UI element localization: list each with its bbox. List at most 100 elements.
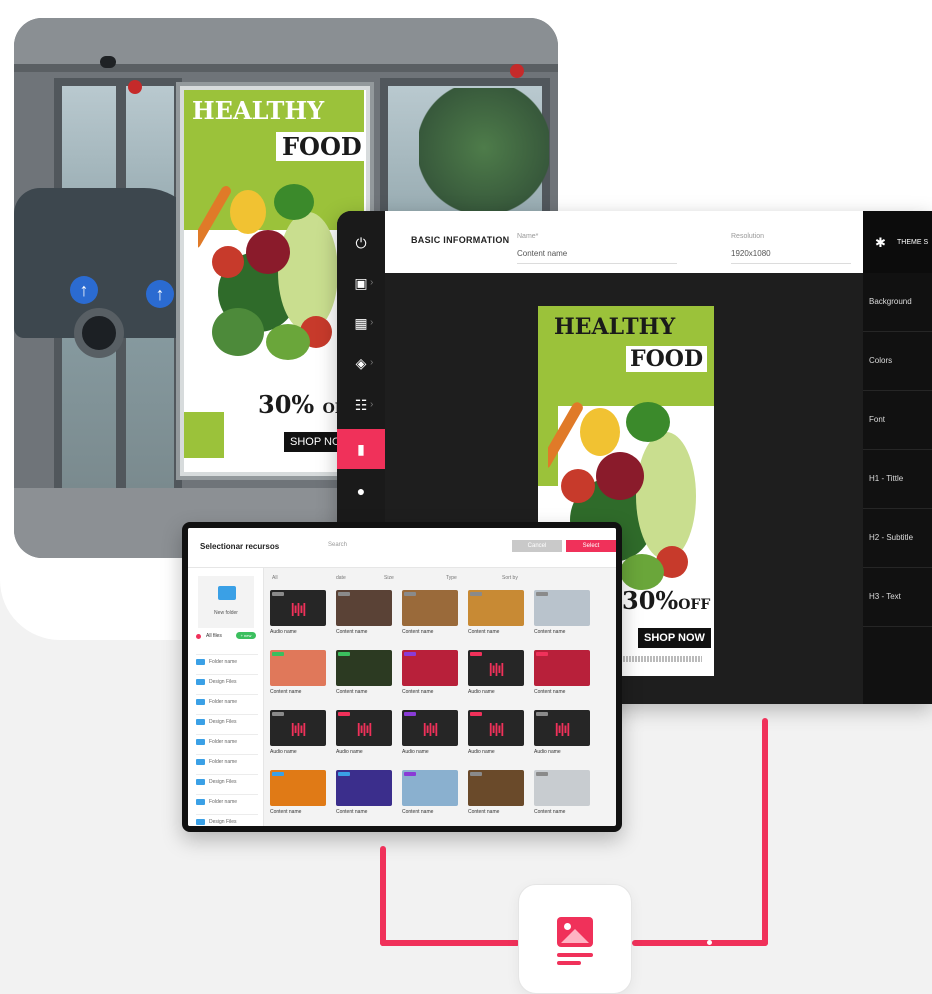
audio-thumbnail[interactable]: |ı|ı| bbox=[534, 710, 590, 746]
thumbnail-name: Content name bbox=[534, 689, 566, 695]
thumbnail-name: Content name bbox=[402, 809, 434, 815]
folder-icon bbox=[196, 719, 205, 725]
audio-thumbnail[interactable]: |ı|ı| bbox=[468, 650, 524, 686]
document-icon[interactable]: ▮ bbox=[337, 429, 385, 469]
image-thumbnail[interactable] bbox=[336, 770, 392, 806]
filter-type[interactable]: Type bbox=[446, 575, 457, 581]
arrow-up-icon: ↑ bbox=[146, 280, 174, 308]
type-tag bbox=[404, 592, 416, 596]
folder-item[interactable]: Design Files bbox=[196, 714, 258, 726]
cancel-button[interactable]: Cancel bbox=[512, 540, 562, 552]
theme-item-h1[interactable]: H1 - Tittle bbox=[863, 450, 932, 509]
new-folder-button[interactable]: New folder bbox=[198, 576, 254, 628]
image-icon bbox=[557, 917, 593, 947]
all-files-item[interactable]: All files + new bbox=[196, 630, 258, 642]
folder-icon bbox=[218, 586, 236, 600]
screen-icon[interactable]: ▣ › bbox=[337, 263, 385, 303]
folder-item[interactable]: Design Files bbox=[196, 814, 258, 826]
image-thumbnail[interactable] bbox=[468, 590, 524, 626]
folder-icon bbox=[196, 819, 205, 825]
canvas-shop-now: SHOP NOW bbox=[638, 628, 711, 648]
thumbnail-name: Content name bbox=[534, 629, 566, 635]
theme-item-font[interactable]: Font bbox=[863, 391, 932, 450]
thumbnail-name: Content name bbox=[534, 809, 566, 815]
audio-wave-icon: |ı|ı| bbox=[488, 660, 505, 676]
connector-line bbox=[380, 940, 520, 946]
folder-item[interactable]: Folder name bbox=[196, 794, 258, 806]
filter-bar: All date Size Type Sort by bbox=[264, 568, 616, 590]
audio-thumbnail[interactable]: |ı|ı| bbox=[336, 710, 392, 746]
theme-settings-title: THEME S bbox=[897, 239, 929, 246]
type-tag bbox=[470, 772, 482, 776]
thumbnail-name: Audio name bbox=[534, 749, 561, 755]
folder-item[interactable]: Design Files bbox=[196, 774, 258, 786]
resolution-field[interactable]: 1920x1080 bbox=[731, 249, 771, 258]
audio-wave-icon: |ı|ı| bbox=[422, 720, 439, 736]
thumbnail-name: Content name bbox=[336, 629, 368, 635]
type-tag bbox=[272, 772, 284, 776]
marketing-illustration: ↑ ↑ HEALTHY FOOD 30% OFF SHO bbox=[0, 0, 932, 994]
image-thumbnail[interactable] bbox=[402, 770, 458, 806]
power-icon[interactable]: ⏻ bbox=[337, 223, 385, 263]
folder-item[interactable]: Design Files bbox=[196, 674, 258, 686]
audio-wave-icon: |ı|ı| bbox=[488, 720, 505, 736]
image-content-icon bbox=[518, 884, 632, 994]
theme-item-colors[interactable]: Colors bbox=[863, 332, 932, 391]
connector-line bbox=[762, 718, 768, 946]
theme-settings-panel: ✱ THEME S Background Colors Font H1 - Ti… bbox=[863, 211, 932, 704]
type-tag bbox=[338, 592, 350, 596]
folder-item[interactable]: Folder name bbox=[196, 754, 258, 766]
image-thumbnail[interactable] bbox=[336, 650, 392, 686]
type-tag bbox=[338, 652, 350, 656]
sliders-icon[interactable]: ☷ › bbox=[337, 385, 385, 425]
audio-thumbnail[interactable]: |ı|ı| bbox=[270, 590, 326, 626]
type-tag bbox=[536, 772, 548, 776]
name-field[interactable]: Content name bbox=[517, 249, 567, 258]
filter-size[interactable]: Size bbox=[384, 575, 394, 581]
folder-icon bbox=[196, 759, 205, 765]
image-thumbnail[interactable] bbox=[534, 590, 590, 626]
image-thumbnail[interactable] bbox=[402, 650, 458, 686]
folder-item[interactable]: Folder name bbox=[196, 734, 258, 746]
type-tag bbox=[272, 652, 284, 656]
audio-thumbnail[interactable]: |ı|ı| bbox=[270, 710, 326, 746]
image-thumbnail[interactable] bbox=[534, 770, 590, 806]
thumbnail-name: Audio name bbox=[336, 749, 363, 755]
resources-title: Selectionar recursos bbox=[200, 542, 280, 551]
store-canopy bbox=[14, 18, 558, 68]
folder-icon bbox=[196, 679, 205, 685]
filter-all[interactable]: All bbox=[272, 575, 278, 581]
grid-icon[interactable]: ▦ › bbox=[337, 303, 385, 343]
type-tag bbox=[470, 592, 482, 596]
image-thumbnail[interactable] bbox=[402, 590, 458, 626]
theme-item-h3[interactable]: H3 - Text bbox=[863, 568, 932, 627]
type-tag bbox=[536, 652, 548, 656]
image-thumbnail[interactable] bbox=[534, 650, 590, 686]
image-thumbnail[interactable] bbox=[270, 770, 326, 806]
filter-date[interactable]: date bbox=[336, 575, 346, 581]
audio-wave-icon: |ı|ı| bbox=[290, 720, 307, 736]
thumbnail-name: Content name bbox=[402, 689, 434, 695]
canvas-title-healthy: HEALTHY bbox=[554, 314, 676, 340]
theme-item-h2[interactable]: H2 - Subtitle bbox=[863, 509, 932, 568]
tag-icon[interactable]: ◈ › bbox=[337, 343, 385, 383]
folder-item[interactable]: Folder name bbox=[196, 654, 258, 666]
thumbnail-name: Content name bbox=[336, 689, 368, 695]
canvas-discount: 30%OFF bbox=[622, 586, 711, 615]
stop-sign bbox=[510, 64, 524, 78]
folder-item[interactable]: Folder name bbox=[196, 694, 258, 706]
vegetables-image bbox=[198, 184, 338, 360]
image-thumbnail[interactable] bbox=[336, 590, 392, 626]
theme-item-background[interactable]: Background bbox=[863, 273, 932, 332]
connector-line bbox=[632, 940, 768, 946]
palette-icon[interactable]: ● bbox=[337, 471, 385, 511]
audio-thumbnail[interactable]: |ı|ı| bbox=[402, 710, 458, 746]
select-button[interactable]: Select bbox=[566, 540, 616, 552]
folder-icon bbox=[196, 659, 205, 665]
image-thumbnail[interactable] bbox=[468, 770, 524, 806]
filter-sort[interactable]: Sort by bbox=[502, 575, 518, 581]
search-input[interactable]: Search bbox=[328, 542, 347, 548]
image-thumbnail[interactable] bbox=[270, 650, 326, 686]
resources-topbar: Selectionar recursos Search Cancel Selec… bbox=[188, 528, 616, 568]
audio-thumbnail[interactable]: |ı|ı| bbox=[468, 710, 524, 746]
